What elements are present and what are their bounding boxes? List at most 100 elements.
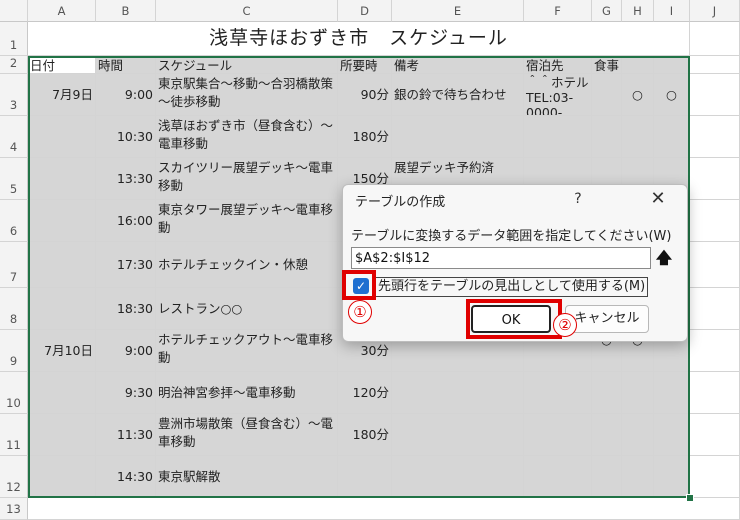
row-header-3[interactable]: 3 xyxy=(0,74,28,116)
cell-d10[interactable]: 120分 xyxy=(338,372,392,414)
cancel-button[interactable]: キャンセル xyxy=(565,305,649,333)
cell-d12[interactable] xyxy=(338,456,392,498)
cell[interactable] xyxy=(690,22,740,56)
cell[interactable] xyxy=(690,288,740,330)
cell-e2[interactable]: 備考 xyxy=(392,56,524,74)
cell-f4[interactable] xyxy=(524,116,592,158)
cell[interactable] xyxy=(690,414,740,456)
cell-b3[interactable]: 9:00 xyxy=(96,74,156,116)
cell-e3[interactable]: 銀の鈴で待ち合わせ xyxy=(392,74,524,116)
cell-h2[interactable] xyxy=(622,56,654,74)
cell-i11[interactable] xyxy=(654,414,690,456)
cell-h3[interactable]: ○ xyxy=(622,74,654,116)
cell-f12[interactable] xyxy=(524,456,592,498)
cell-a6[interactable] xyxy=(28,200,96,242)
cell[interactable] xyxy=(690,330,740,372)
cell-d11[interactable]: 180分 xyxy=(338,414,392,456)
column-header-g[interactable]: G xyxy=(592,0,622,22)
row-13-cells[interactable] xyxy=(28,498,740,520)
cell-f11[interactable] xyxy=(524,414,592,456)
cell-c9[interactable]: ホテルチェックアウト～電車移動 xyxy=(156,330,338,372)
cell-b5[interactable]: 13:30 xyxy=(96,158,156,200)
cell-e12[interactable] xyxy=(392,456,524,498)
cell-b12[interactable]: 14:30 xyxy=(96,456,156,498)
cell-b6[interactable]: 16:00 xyxy=(96,200,156,242)
cell-h12[interactable] xyxy=(622,456,654,498)
column-header-d[interactable]: D xyxy=(338,0,392,22)
row-header-12[interactable]: 12 xyxy=(0,456,28,498)
cell[interactable] xyxy=(690,242,740,288)
cell-i3[interactable]: ○ xyxy=(654,74,690,116)
cell[interactable] xyxy=(690,74,740,116)
cell-g10[interactable] xyxy=(592,372,622,414)
column-header-c[interactable]: C xyxy=(156,0,338,22)
cell[interactable] xyxy=(690,456,740,498)
cell-g3[interactable] xyxy=(592,74,622,116)
row-header-4[interactable]: 4 xyxy=(0,116,28,158)
cell-b2[interactable]: 時間 xyxy=(96,56,156,74)
cell[interactable] xyxy=(690,158,740,200)
cell-a11[interactable] xyxy=(28,414,96,456)
cell-h11[interactable] xyxy=(622,414,654,456)
cell-a12[interactable] xyxy=(28,456,96,498)
cell-a9[interactable]: 7月10日 xyxy=(28,330,96,372)
cell-a7[interactable] xyxy=(28,242,96,288)
cell-g11[interactable] xyxy=(592,414,622,456)
cell-g4[interactable] xyxy=(592,116,622,158)
collapse-dialog-icon[interactable]: 🡅 xyxy=(653,247,675,269)
row-header-2[interactable]: 2 xyxy=(0,56,28,74)
cell[interactable] xyxy=(690,116,740,158)
cell-i2[interactable] xyxy=(654,56,690,74)
cell-a5[interactable] xyxy=(28,158,96,200)
cell-d4[interactable]: 180分 xyxy=(338,116,392,158)
cell-g12[interactable] xyxy=(592,456,622,498)
cell-d3[interactable]: 90分 xyxy=(338,74,392,116)
row-header-7[interactable]: 7 xyxy=(0,242,28,288)
cell-d2[interactable]: 所要時間 xyxy=(338,56,392,74)
cell-a8[interactable] xyxy=(28,288,96,330)
close-button[interactable]: ✕ xyxy=(643,187,673,211)
ok-button[interactable]: OK xyxy=(471,305,551,333)
row-header-5[interactable]: 5 xyxy=(0,158,28,200)
cell-c2[interactable]: スケジュール xyxy=(156,56,338,74)
cell-b4[interactable]: 10:30 xyxy=(96,116,156,158)
cell-h4[interactable] xyxy=(622,116,654,158)
column-header-e[interactable]: E xyxy=(392,0,524,22)
cell-b8[interactable]: 18:30 xyxy=(96,288,156,330)
cell-b7[interactable]: 17:30 xyxy=(96,242,156,288)
cell-e10[interactable] xyxy=(392,372,524,414)
cell-f2[interactable]: 宿泊先 xyxy=(524,56,592,74)
cell[interactable] xyxy=(690,372,740,414)
column-header-f[interactable]: F xyxy=(524,0,592,22)
cell-c6[interactable]: 東京タワー展望デッキ～電車移動 xyxy=(156,200,338,242)
cell-c7[interactable]: ホテルチェックイン・休憩 xyxy=(156,242,338,288)
row-header-9[interactable]: 9 xyxy=(0,330,28,372)
cell[interactable] xyxy=(690,200,740,242)
column-header-j[interactable]: J xyxy=(690,0,740,22)
cell-e11[interactable] xyxy=(392,414,524,456)
sheet-title-cell[interactable]: 浅草寺ほおずき市 スケジュール xyxy=(28,22,690,56)
column-header-b[interactable]: B xyxy=(96,0,156,22)
cell-g2[interactable]: 食事 xyxy=(592,56,622,74)
cell-i4[interactable] xyxy=(654,116,690,158)
cell-c4[interactable]: 浅草ほおずき市（昼食含む）～電車移動 xyxy=(156,116,338,158)
row-header-10[interactable]: 10 xyxy=(0,372,28,414)
cell-c12[interactable]: 東京駅解散 xyxy=(156,456,338,498)
cell-a10[interactable] xyxy=(28,372,96,414)
cell-f10[interactable] xyxy=(524,372,592,414)
cell-f3[interactable]: ＾＾ホテル TEL:03-0000-0000 xyxy=(524,74,592,116)
cell-c10[interactable]: 明治神宮参拝～電車移動 xyxy=(156,372,338,414)
cell-c3[interactable]: 東京駅集合～移動～合羽橋散策～徒歩移動 xyxy=(156,74,338,116)
row-header-6[interactable]: 6 xyxy=(0,200,28,242)
row-header-11[interactable]: 11 xyxy=(0,414,28,456)
cell-c5[interactable]: スカイツリー展望デッキ～電車移動 xyxy=(156,158,338,200)
column-header-i[interactable]: I xyxy=(654,0,690,22)
cell[interactable] xyxy=(690,56,740,74)
cell-c8[interactable]: レストラン○○ xyxy=(156,288,338,330)
row-header-8[interactable]: 8 xyxy=(0,288,28,330)
row-header-1[interactable]: 1 xyxy=(0,22,28,56)
fill-handle[interactable] xyxy=(686,494,694,502)
cell-b9[interactable]: 9:00 xyxy=(96,330,156,372)
column-header-a[interactable]: A xyxy=(28,0,96,22)
header-row-checkbox[interactable]: ✓ xyxy=(353,278,369,294)
